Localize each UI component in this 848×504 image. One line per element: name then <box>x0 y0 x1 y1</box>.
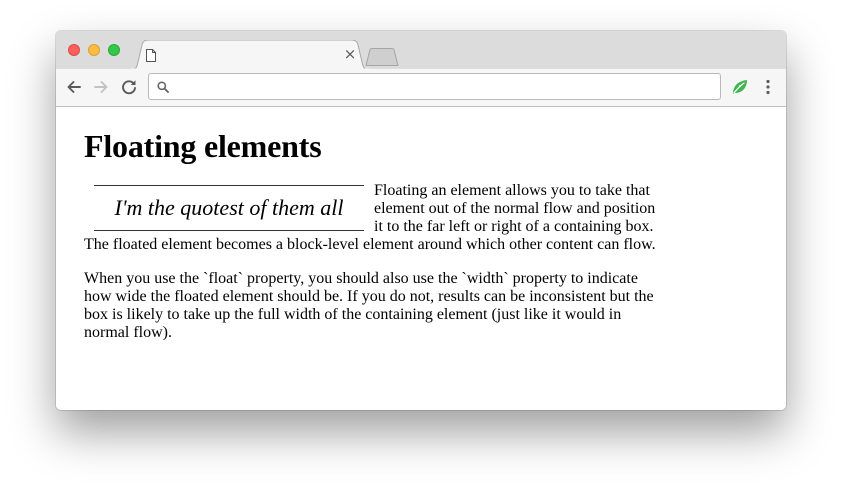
close-window-button[interactable] <box>68 44 80 56</box>
page-body: Floating elements I'm the quotest of the… <box>84 107 658 342</box>
reload-icon[interactable] <box>120 78 138 96</box>
tab-background <box>130 40 370 70</box>
paragraph-width-advice: When you use the `float` property, you s… <box>84 270 654 341</box>
maximize-window-button[interactable] <box>108 44 120 56</box>
tab-active[interactable]: × <box>130 40 370 70</box>
vertical-dots-icon[interactable] <box>760 78 776 96</box>
tab-strip: × <box>56 31 786 70</box>
floated-pullquote: I'm the quotest of them all <box>94 185 364 231</box>
tab-close-icon[interactable]: × <box>342 46 358 62</box>
new-tab-button[interactable] <box>364 48 402 66</box>
page-viewport: Floating elements I'm the quotest of the… <box>56 107 786 410</box>
minimize-window-button[interactable] <box>88 44 100 56</box>
magnifier-icon <box>157 81 169 93</box>
document-icon <box>146 49 156 62</box>
arrow-left-icon[interactable] <box>65 78 83 96</box>
browser-window: × Floating elements I'm the quotest of t… <box>56 31 786 410</box>
green-leaf-extension-icon[interactable] <box>731 78 749 96</box>
arrow-right-icon[interactable] <box>92 78 110 96</box>
page-title: Floating elements <box>84 128 322 164</box>
address-input[interactable] <box>175 77 710 96</box>
address-bar[interactable] <box>148 73 721 100</box>
browser-toolbar <box>56 69 786 107</box>
